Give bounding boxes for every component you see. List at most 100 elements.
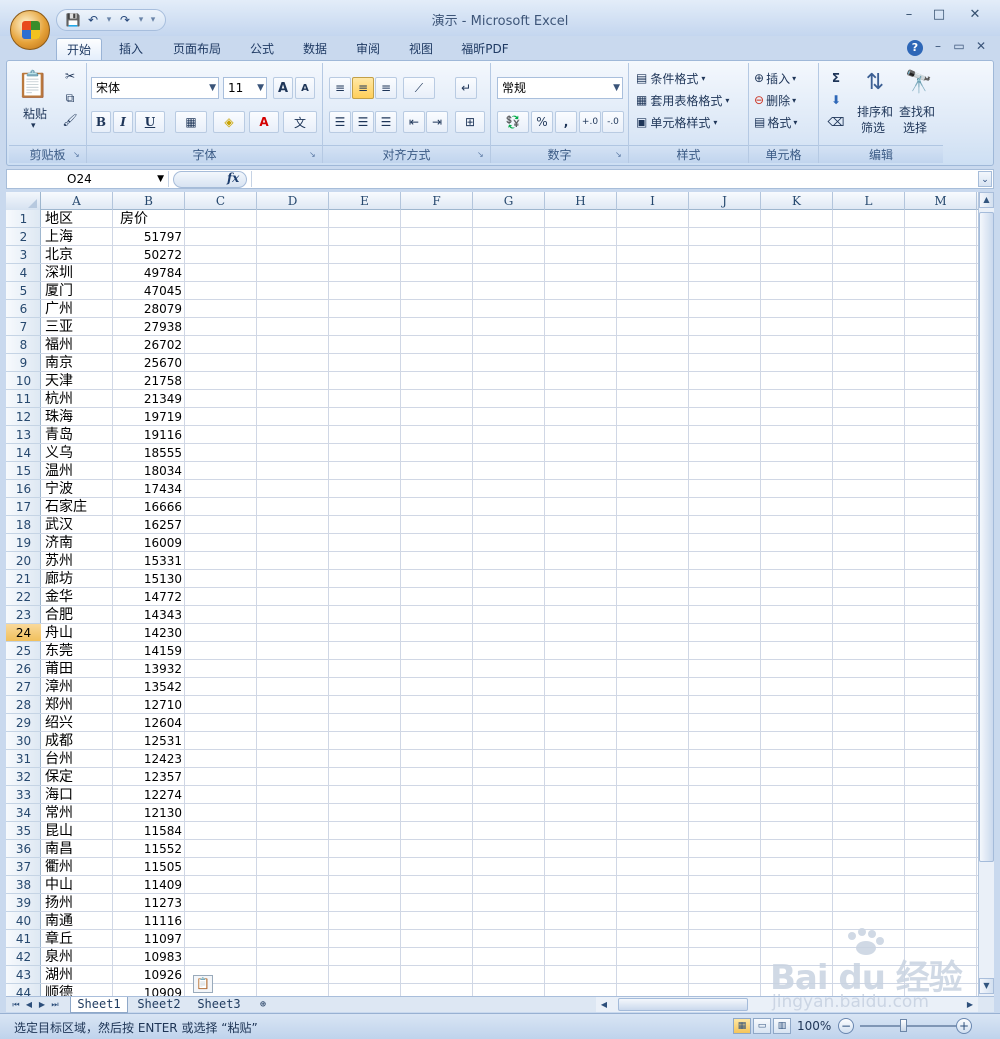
vertical-scrollbar[interactable]: ▲ ▼ — [978, 192, 994, 996]
cell-a-header[interactable]: 地区 — [45, 210, 115, 228]
cell-price[interactable]: 11097 — [116, 930, 184, 948]
row-header[interactable]: 31 — [6, 750, 41, 768]
cell-price[interactable]: 26702 — [116, 336, 184, 354]
align-bottom-icon[interactable]: ≡ — [375, 77, 397, 99]
cell-region[interactable]: 南昌 — [45, 840, 115, 858]
clear-icon[interactable]: ⌫ — [821, 111, 851, 133]
currency-icon[interactable]: 💱 — [497, 111, 529, 133]
cell-price[interactable]: 18555 — [116, 444, 184, 462]
column-header-g[interactable]: G — [473, 192, 545, 210]
sort-filter-icon[interactable]: ⇅ — [857, 67, 893, 97]
cell-price[interactable]: 12357 — [116, 768, 184, 786]
cell-price[interactable]: 12130 — [116, 804, 184, 822]
row-header[interactable]: 39 — [6, 894, 41, 912]
cell-region[interactable]: 漳州 — [45, 678, 115, 696]
scroll-down-icon[interactable]: ▼ — [979, 978, 994, 994]
delete-cells-button[interactable]: ⊖ 删除 ▾ — [753, 89, 815, 111]
row-header[interactable]: 36 — [6, 840, 41, 858]
cell-price[interactable]: 14159 — [116, 642, 184, 660]
tab-foxit-pdf[interactable]: 福昕PDF — [452, 38, 518, 60]
row-header[interactable]: 40 — [6, 912, 41, 930]
row-header[interactable]: 1 — [6, 210, 41, 228]
phonetic-button[interactable]: 文 — [283, 111, 317, 133]
row-header[interactable]: 32 — [6, 768, 41, 786]
font-launcher-icon[interactable]: ↘ — [309, 150, 319, 160]
tab-review[interactable]: 审阅 — [345, 38, 391, 60]
cell-price[interactable]: 10983 — [116, 948, 184, 966]
cell-styles-button[interactable]: ▣ 单元格样式 ▾ — [635, 111, 745, 133]
row-header[interactable]: 6 — [6, 300, 41, 318]
expand-formula-bar-icon[interactable]: ⌄ — [978, 171, 992, 187]
doc-restore-button[interactable]: ▭ — [950, 39, 968, 53]
column-header-f[interactable]: F — [401, 192, 473, 210]
sheet-tab-1[interactable]: Sheet1 — [70, 997, 128, 1013]
row-header[interactable]: 4 — [6, 264, 41, 282]
column-header-k[interactable]: K — [761, 192, 833, 210]
find-select-icon[interactable]: 🔭 — [903, 67, 935, 97]
row-header[interactable]: 28 — [6, 696, 41, 714]
column-header-h[interactable]: H — [545, 192, 617, 210]
insert-cells-button[interactable]: ⊕ 插入 ▾ — [753, 67, 815, 89]
cell-region[interactable]: 天津 — [45, 372, 115, 390]
cell-region[interactable]: 厦门 — [45, 282, 115, 300]
tab-formulas[interactable]: 公式 — [240, 38, 284, 60]
cell-price[interactable]: 12423 — [116, 750, 184, 768]
cell-price[interactable]: 16257 — [116, 516, 184, 534]
cell-price[interactable]: 13542 — [116, 678, 184, 696]
cell-region[interactable]: 成都 — [45, 732, 115, 750]
cell-region[interactable]: 金华 — [45, 588, 115, 606]
sheet-tab-2[interactable]: Sheet2 — [130, 997, 188, 1013]
cell-price[interactable]: 28079 — [116, 300, 184, 318]
row-header[interactable]: 43 — [6, 966, 41, 984]
tab-data[interactable]: 数据 — [292, 38, 338, 60]
cell-region[interactable]: 顺德 — [45, 984, 115, 996]
cell-price[interactable]: 16666 — [116, 498, 184, 516]
row-header[interactable]: 38 — [6, 876, 41, 894]
prev-sheet-icon[interactable]: ◀ — [23, 997, 35, 1012]
cell-region[interactable]: 合肥 — [45, 606, 115, 624]
font-name-combo[interactable]: 宋体 ▼ — [91, 77, 219, 99]
cell-region[interactable]: 东莞 — [45, 642, 115, 660]
cell-region[interactable]: 苏州 — [45, 552, 115, 570]
cell-price[interactable]: 12604 — [116, 714, 184, 732]
cell-price[interactable]: 49784 — [116, 264, 184, 282]
cell-region[interactable]: 章丘 — [45, 930, 115, 948]
cell-region[interactable]: 绍兴 — [45, 714, 115, 732]
row-header[interactable]: 8 — [6, 336, 41, 354]
last-sheet-icon[interactable]: ⏭ — [49, 997, 61, 1012]
tab-view[interactable]: 视图 — [398, 38, 444, 60]
cell-region[interactable]: 福州 — [45, 336, 115, 354]
cell-price[interactable]: 11584 — [116, 822, 184, 840]
row-header[interactable]: 18 — [6, 516, 41, 534]
merge-center-icon[interactable]: ⊞ — [455, 111, 485, 133]
row-header[interactable]: 33 — [6, 786, 41, 804]
cell-region[interactable]: 莆田 — [45, 660, 115, 678]
bold-button[interactable]: B — [91, 111, 111, 133]
cell-price[interactable]: 47045 — [116, 282, 184, 300]
text-orientation-icon[interactable]: ⟋ — [403, 77, 435, 99]
maximize-button[interactable]: □ — [926, 7, 952, 27]
cell-price[interactable]: 25670 — [116, 354, 184, 372]
cell-region[interactable]: 南京 — [45, 354, 115, 372]
format-painter-icon[interactable]: 🖌 — [59, 111, 81, 129]
normal-view-icon[interactable]: ▦ — [733, 1018, 751, 1034]
zoom-slider-track[interactable] — [860, 1025, 956, 1027]
cell-region[interactable]: 南通 — [45, 912, 115, 930]
grow-font-button[interactable]: A — [273, 77, 293, 99]
cell-price[interactable]: 11552 — [116, 840, 184, 858]
cell-price[interactable]: 11505 — [116, 858, 184, 876]
cell-region[interactable]: 济南 — [45, 534, 115, 552]
row-header[interactable]: 17 — [6, 498, 41, 516]
close-button[interactable]: ✕ — [962, 7, 988, 27]
paste-options-icon[interactable]: 📋 — [193, 975, 213, 993]
select-all-button[interactable] — [6, 192, 41, 210]
column-header-b[interactable]: B — [113, 192, 185, 210]
fill-color-icon[interactable]: ◈ — [213, 111, 245, 133]
row-header[interactable]: 10 — [6, 372, 41, 390]
cell-price[interactable]: 11409 — [116, 876, 184, 894]
row-header[interactable]: 44 — [6, 984, 41, 996]
row-header[interactable]: 14 — [6, 444, 41, 462]
cell-price[interactable]: 18034 — [116, 462, 184, 480]
next-sheet-icon[interactable]: ▶ — [36, 997, 48, 1012]
row-header[interactable]: 19 — [6, 534, 41, 552]
